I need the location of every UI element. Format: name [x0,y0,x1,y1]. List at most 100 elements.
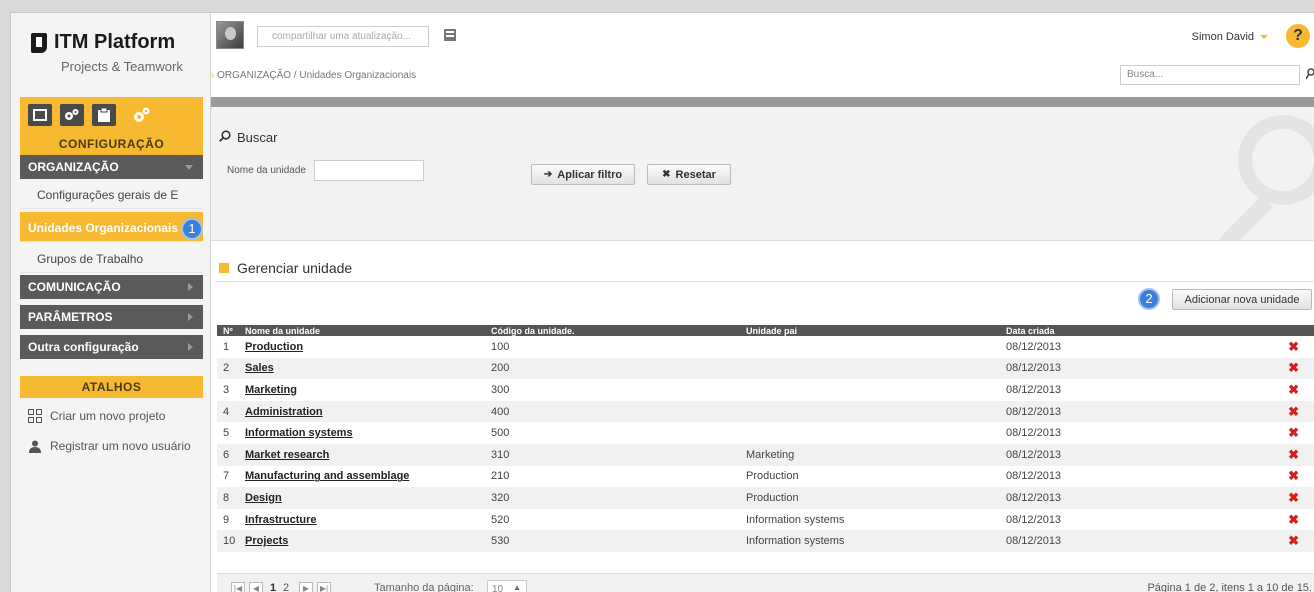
section-organizacao[interactable]: ORGANIZAÇÃO [20,155,203,179]
shortcut-new-user[interactable]: Registrar um novo usuário [28,439,191,453]
unit-name-label: Nome da unidade [227,165,306,176]
unit-name-link[interactable]: Marketing [239,379,485,401]
parent-unit: Production [746,470,799,483]
logo[interactable]: ITM Platform [31,31,175,54]
unit-name-link[interactable]: Infrastructure [239,509,485,531]
shortcuts-title: ATALHOS [20,376,203,398]
parent-unit: Marketing [740,443,1000,466]
parent-unit [740,400,1000,423]
table-row: 9 Infrastructure 520 Information systems… [217,509,1314,531]
user-menu[interactable]: Simon David [1192,31,1254,43]
page-size-value: 10 [492,584,504,592]
table-row: 1 Production 100 08/12/2013 ✖ [217,336,1314,358]
clipboard-icon[interactable] [92,104,116,126]
chevron-right-icon [188,283,193,291]
search-icon[interactable] [1305,68,1314,83]
shortcut-new-project[interactable]: Criar um novo projeto [28,409,165,423]
col-number[interactable]: Nº [217,325,239,336]
search-icon [219,130,231,145]
page-size-label: Tamanho da página: [374,582,474,592]
add-unit-button[interactable]: Adicionar nova unidade [1172,289,1312,310]
app-title: ITM Platform [54,31,176,53]
unit-name-link[interactable]: Manufacturing and assemblage [239,466,485,488]
breadcrumb-text[interactable]: ORGANIZAÇÃO / Unidades Organizacionais [217,70,416,81]
gears-icon[interactable] [60,104,84,126]
table-row: 8 Design 320 Production 08/12/2013 ✖ [217,487,1314,509]
col-unit-name[interactable]: Nome da unidade [239,325,485,336]
col-parent-unit[interactable]: Unidade pai [740,325,1000,336]
unit-code: 300 [491,383,510,396]
unit-code: 520 [491,513,510,526]
unit-code: 100 [491,340,510,353]
row-number: 3 [223,383,230,396]
unit-code: 320 [485,487,740,509]
table-row: 3 Marketing 300 08/12/2013 ✖ [217,379,1314,401]
app-window: ITM Platform Projects & Teamwork CONFIGU… [10,12,1314,592]
row-number: 5 [223,427,230,440]
page-2-link[interactable]: 2 [283,582,289,592]
delete-icon[interactable]: ✖ [1240,400,1314,423]
parent-unit [740,422,1000,444]
unit-name-link[interactable]: Projects [239,530,485,552]
unit-name-link[interactable]: Production [239,336,485,358]
last-page-icon[interactable]: ▶| [317,582,331,592]
date-created: 08/12/2013 [1000,357,1240,380]
manage-title: Gerenciar unidade [219,260,352,276]
col-date-created[interactable]: Data criada [1000,325,1240,336]
unit-code: 400 [485,400,740,423]
manage-title-text: Gerenciar unidade [237,260,353,276]
filter-panel: Buscar Nome da unidade ➔ Aplicar filtro … [211,107,1314,241]
unit-name-link[interactable]: Administration [239,400,485,423]
sidebar-item-grupos-de-trabalho[interactable]: Grupos de Trabalho [20,243,203,273]
first-page-icon[interactable]: |◀ [231,582,245,592]
sidebar-item-unidades-organizacionais[interactable]: Unidades Organizacionais [20,212,203,242]
unit-name-link[interactable]: Market research [239,443,485,466]
page-1-link[interactable]: 1 [270,582,276,592]
status-update-input[interactable]: compartilhar uma atualização... [257,26,429,47]
section-outra-configuracao[interactable]: Outra configuração [20,335,203,359]
parent-unit: Information systems [746,513,845,526]
avatar[interactable] [216,21,244,49]
top-bar: compartilhar uma atualização... Simon Da… [211,13,1314,97]
chevron-down-icon[interactable] [1260,35,1268,39]
unit-code: 310 [485,443,740,466]
search-input[interactable]: Busca... [1120,65,1300,85]
delete-icon[interactable]: ✖ [1240,357,1314,380]
settings-icon[interactable] [130,104,154,126]
delete-icon[interactable]: ✖ [1240,422,1314,444]
pagination-bar: |◀ ◀ 1 2 ▶ ▶| Tamanho da página: 10 ▲▼ P… [217,573,1314,592]
prev-page-icon[interactable]: ◀ [249,582,263,592]
section-comunicacao[interactable]: COMUNICAÇÃO [20,275,203,299]
watermark-search-icon [1238,115,1314,205]
delete-icon[interactable]: ✖ [1240,487,1314,509]
square-icon[interactable] [28,104,52,126]
post-icon[interactable] [444,29,456,41]
unit-name-link[interactable]: Sales [239,357,485,380]
delete-icon[interactable]: ✖ [1240,530,1314,552]
row-number: 9 [223,513,230,526]
table-row: 10 Projects 530 Information systems 08/1… [217,530,1314,552]
page-size-select[interactable]: 10 ▲▼ [487,580,527,592]
parent-unit: Information systems [740,530,1000,552]
sidebar-item-configuracoes-gerais[interactable]: Configurações gerais de E [20,179,203,209]
next-page-icon[interactable]: ▶ [299,582,313,592]
delete-icon[interactable]: ✖ [1240,336,1314,358]
table-header-row: Nº Nome da unidade Código da unidade. Un… [217,325,1314,336]
row-number: 10 [217,530,239,552]
reset-button[interactable]: ✖ Resetar [647,164,731,185]
help-icon[interactable]: ? [1286,24,1310,48]
section-label: PARÂMETROS [28,310,113,324]
delete-icon[interactable]: ✖ [1240,466,1314,488]
shortcut-label: Registrar um novo usuário [50,439,191,453]
apply-filter-button[interactable]: ➔ Aplicar filtro [531,164,635,185]
unit-name-link[interactable]: Information systems [239,422,485,444]
delete-icon[interactable]: ✖ [1240,443,1314,466]
delete-icon[interactable]: ✖ [1240,509,1314,531]
unit-name-link[interactable]: Design [239,487,485,509]
section-parametros[interactable]: PARÂMETROS [20,305,203,329]
pagination-info: Página 1 de 2, itens 1 a 10 de 15. [1147,582,1312,592]
delete-icon[interactable]: ✖ [1240,379,1314,401]
sidebar-item-label: Unidades Organizacionais [28,221,179,235]
col-unit-code[interactable]: Código da unidade. [485,325,740,336]
unit-name-input[interactable] [314,160,424,181]
